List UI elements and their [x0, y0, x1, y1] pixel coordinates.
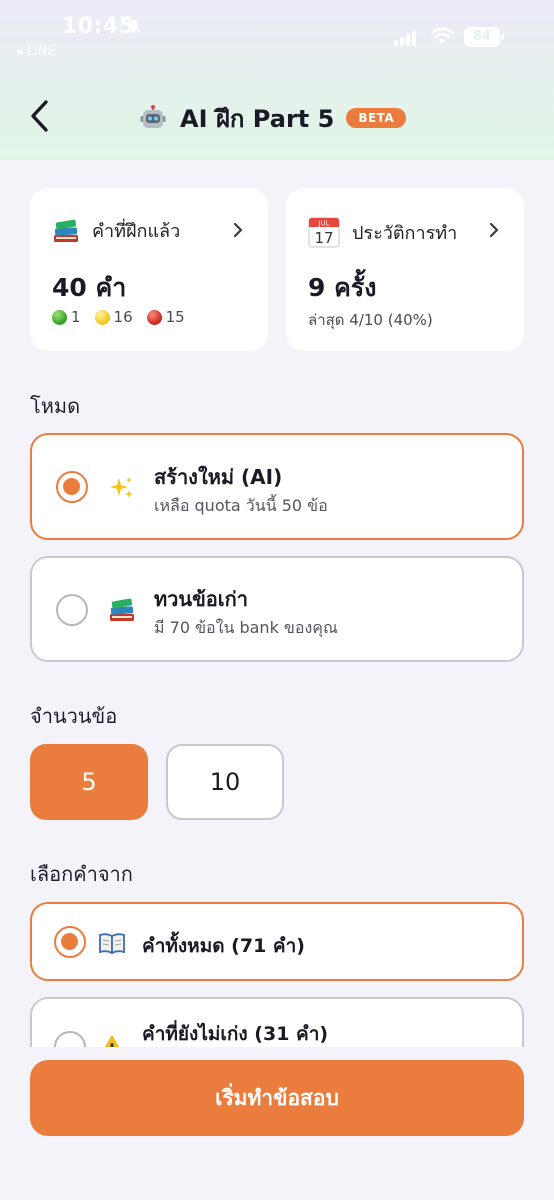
books-icon	[54, 219, 78, 242]
mode-option-review[interactable]: ทวนข้อเก่า มี 70 ข้อใน bank ของคุณ	[30, 556, 524, 662]
count-option-5[interactable]: 5	[30, 744, 148, 820]
mode-label: โหมด	[30, 394, 81, 418]
beta-badge: BETA	[346, 108, 407, 128]
radio-button[interactable]	[56, 594, 88, 626]
back-button[interactable]	[26, 98, 56, 134]
calendar-icon: JUL 17	[308, 217, 340, 248]
mode-option-title: สร้างใหม่ (AI)	[154, 465, 283, 489]
mastery-breakdown: 1 16 15	[52, 308, 199, 326]
mode-option-title: ทวนข้อเก่า	[154, 587, 248, 611]
status-time: 10:45	[62, 14, 135, 39]
count-option-10[interactable]: 10	[166, 744, 284, 820]
radio-button[interactable]	[56, 471, 88, 503]
chevron-right-icon	[489, 222, 499, 238]
page-header: AI ฝึก Part 5 BETA	[140, 100, 407, 136]
back-to-app-link[interactable]: ◂ LINE	[16, 44, 56, 59]
red-circle-icon	[146, 309, 162, 325]
practiced-words-value: 40 คำ	[52, 273, 127, 302]
yellow-circle-icon	[94, 309, 110, 325]
source-option-all-words[interactable]: คำทั้งหมด (71 คำ)	[30, 902, 524, 981]
mode-option-new-ai[interactable]: สร้างใหม่ (AI) เหลือ quota วันนี้ 50 ข้อ	[30, 433, 524, 540]
start-exam-button[interactable]: เริ่มทำข้อสอบ	[30, 1060, 524, 1136]
source-option-title: คำทั้งหมด (71 คำ)	[142, 935, 305, 957]
battery-level: 84	[464, 27, 500, 47]
warning-icon	[105, 1035, 119, 1047]
wifi-icon	[430, 26, 454, 46]
robot-icon	[140, 105, 166, 128]
green-count: 1	[71, 308, 81, 326]
radio-button[interactable]	[54, 926, 86, 958]
question-count-label: จำนวนข้อ	[30, 704, 118, 728]
red-count: 15	[165, 308, 185, 326]
cellular-signal-icon	[394, 30, 416, 46]
source-option-weak-words[interactable]: คำที่ยังไม่เก่ง (31 คำ)	[30, 997, 524, 1047]
mode-option-subtitle: เหลือ quota วันนี้ 50 ข้อ	[154, 496, 328, 515]
calendar-month: JUL	[317, 220, 329, 228]
practiced-words-card[interactable]: คำที่ฝึกแล้ว 40 คำ 1 16 15	[30, 188, 268, 351]
history-card[interactable]: JUL 17 ประวัติการทำ 9 ครั้ง ล่าสุด 4/10 …	[286, 188, 524, 351]
chevron-right-icon	[233, 222, 243, 238]
open-book-icon	[99, 933, 125, 955]
yellow-count: 16	[113, 308, 133, 326]
practiced-words-label: คำที่ฝึกแล้ว	[92, 221, 181, 242]
chevron-left-icon	[31, 100, 48, 132]
history-latest: ล่าสุด 4/10 (40%)	[308, 311, 433, 329]
history-value: 9 ครั้ง	[308, 273, 377, 302]
status-bar: 10:45 ◂ LINE 84	[0, 0, 554, 70]
source-option-title: คำที่ยังไม่เก่ง (31 คำ)	[142, 1023, 329, 1045]
history-label: ประวัติการทำ	[352, 222, 458, 244]
battery-icon: 84	[464, 27, 504, 47]
green-circle-icon	[52, 309, 67, 325]
radio-button[interactable]	[54, 1031, 86, 1047]
word-source-label: เลือกคำจาก	[30, 862, 133, 886]
bell-muted-icon	[126, 18, 142, 38]
sparkles-icon	[110, 477, 133, 498]
scroll-area: คำที่ยังไม่เก่ง (31 คำ)	[0, 985, 554, 1047]
books-icon	[110, 598, 134, 621]
page-title: AI ฝึก Part 5	[180, 104, 335, 133]
calendar-day: 17	[314, 229, 333, 247]
mode-option-subtitle: มี 70 ข้อใน bank ของคุณ	[154, 618, 338, 637]
